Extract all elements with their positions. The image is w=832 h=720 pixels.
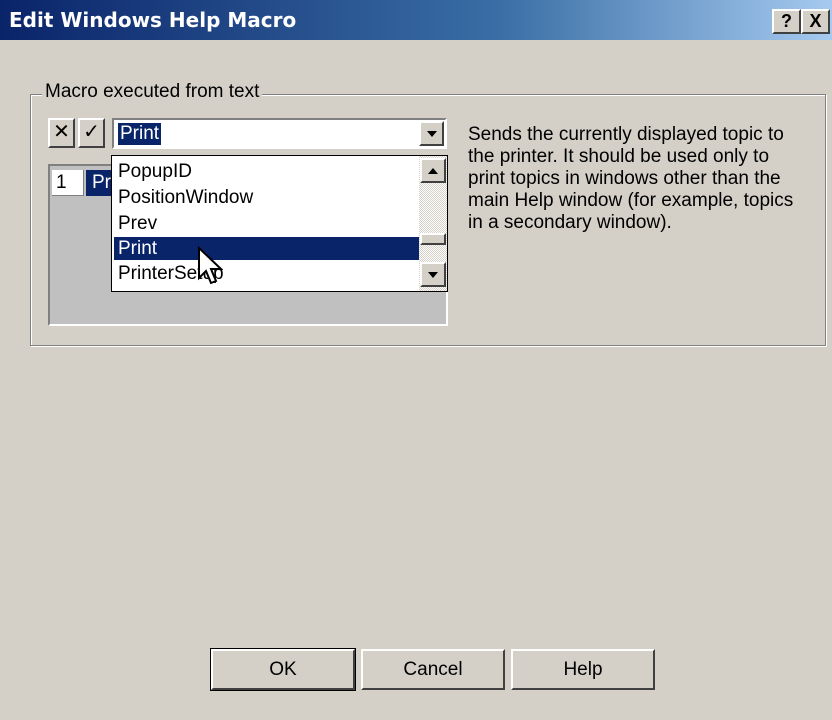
cancel-edit-button[interactable]: ✕ <box>48 118 75 148</box>
chevron-down-icon <box>427 131 437 137</box>
mouse-pointer-icon <box>198 246 223 285</box>
macro-description: Sends the currently displayed topic to t… <box>468 124 794 233</box>
macro-dropdown-list[interactable]: PopupID PositionWindow Prev Print Printe… <box>111 155 448 292</box>
scroll-down-button[interactable] <box>420 262 446 287</box>
combo-dropdown-button[interactable] <box>419 121 444 146</box>
help-button[interactable]: Help <box>511 649 655 690</box>
scroll-up-button[interactable] <box>420 158 446 183</box>
combo-value: Print <box>118 123 162 145</box>
group-label: Macro executed from text <box>42 81 263 103</box>
list-item[interactable]: PositionWindow <box>114 186 419 209</box>
ok-button[interactable]: OK <box>210 648 356 691</box>
scroll-thumb[interactable] <box>420 233 446 245</box>
title-bar[interactable]: Edit Windows Help Macro ? X <box>0 0 832 40</box>
dropdown-scrollbar[interactable] <box>419 156 447 291</box>
chevron-up-icon <box>428 168 438 174</box>
cancel-button[interactable]: Cancel <box>361 649 505 690</box>
list-item[interactable]: Prev <box>114 212 419 235</box>
list-item-selected[interactable]: Print <box>114 237 419 260</box>
list-item[interactable]: PrinterSetup <box>114 262 419 285</box>
check-icon: ✓ <box>83 121 100 143</box>
macro-combobox[interactable]: Print <box>112 118 447 149</box>
window-title: Edit Windows Help Macro <box>9 8 297 32</box>
close-title-button[interactable]: X <box>801 9 830 34</box>
accept-edit-button[interactable]: ✓ <box>78 118 105 148</box>
x-icon: ✕ <box>53 121 70 143</box>
help-title-button[interactable]: ? <box>772 9 801 34</box>
chevron-down-icon <box>428 272 438 278</box>
grid-row-number: 1 <box>52 170 84 196</box>
list-item[interactable]: PopupID <box>114 160 419 183</box>
